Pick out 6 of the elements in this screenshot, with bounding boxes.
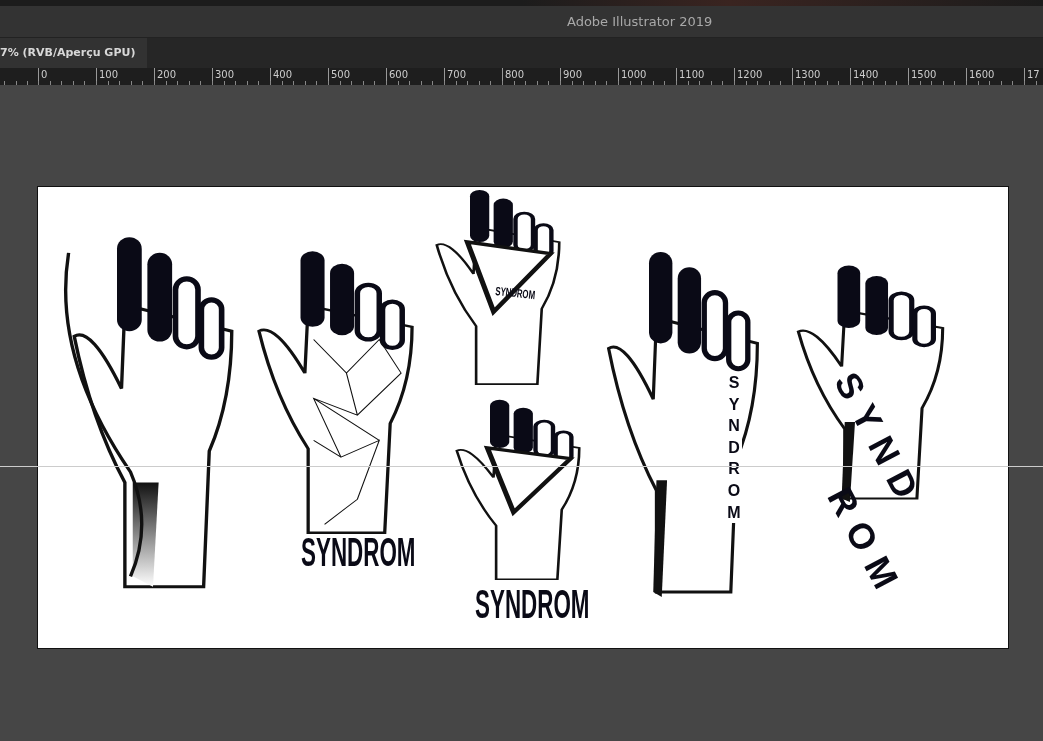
document-tab[interactable]: 7% (RVB/Aperçu GPU) <box>0 38 148 68</box>
artwork-text: SYNDROM <box>301 532 416 572</box>
artwork-text: SYNDROM <box>494 285 536 302</box>
ruler: 0 100 200 300 400 500 600 700 800 900 1000 1100 1200 1300 1400 1500 1600 17 <box>0 68 1043 85</box>
window-title: Adobe Illustrator 2019 <box>567 12 713 31</box>
artwork-text: SYNDROM <box>475 584 590 624</box>
